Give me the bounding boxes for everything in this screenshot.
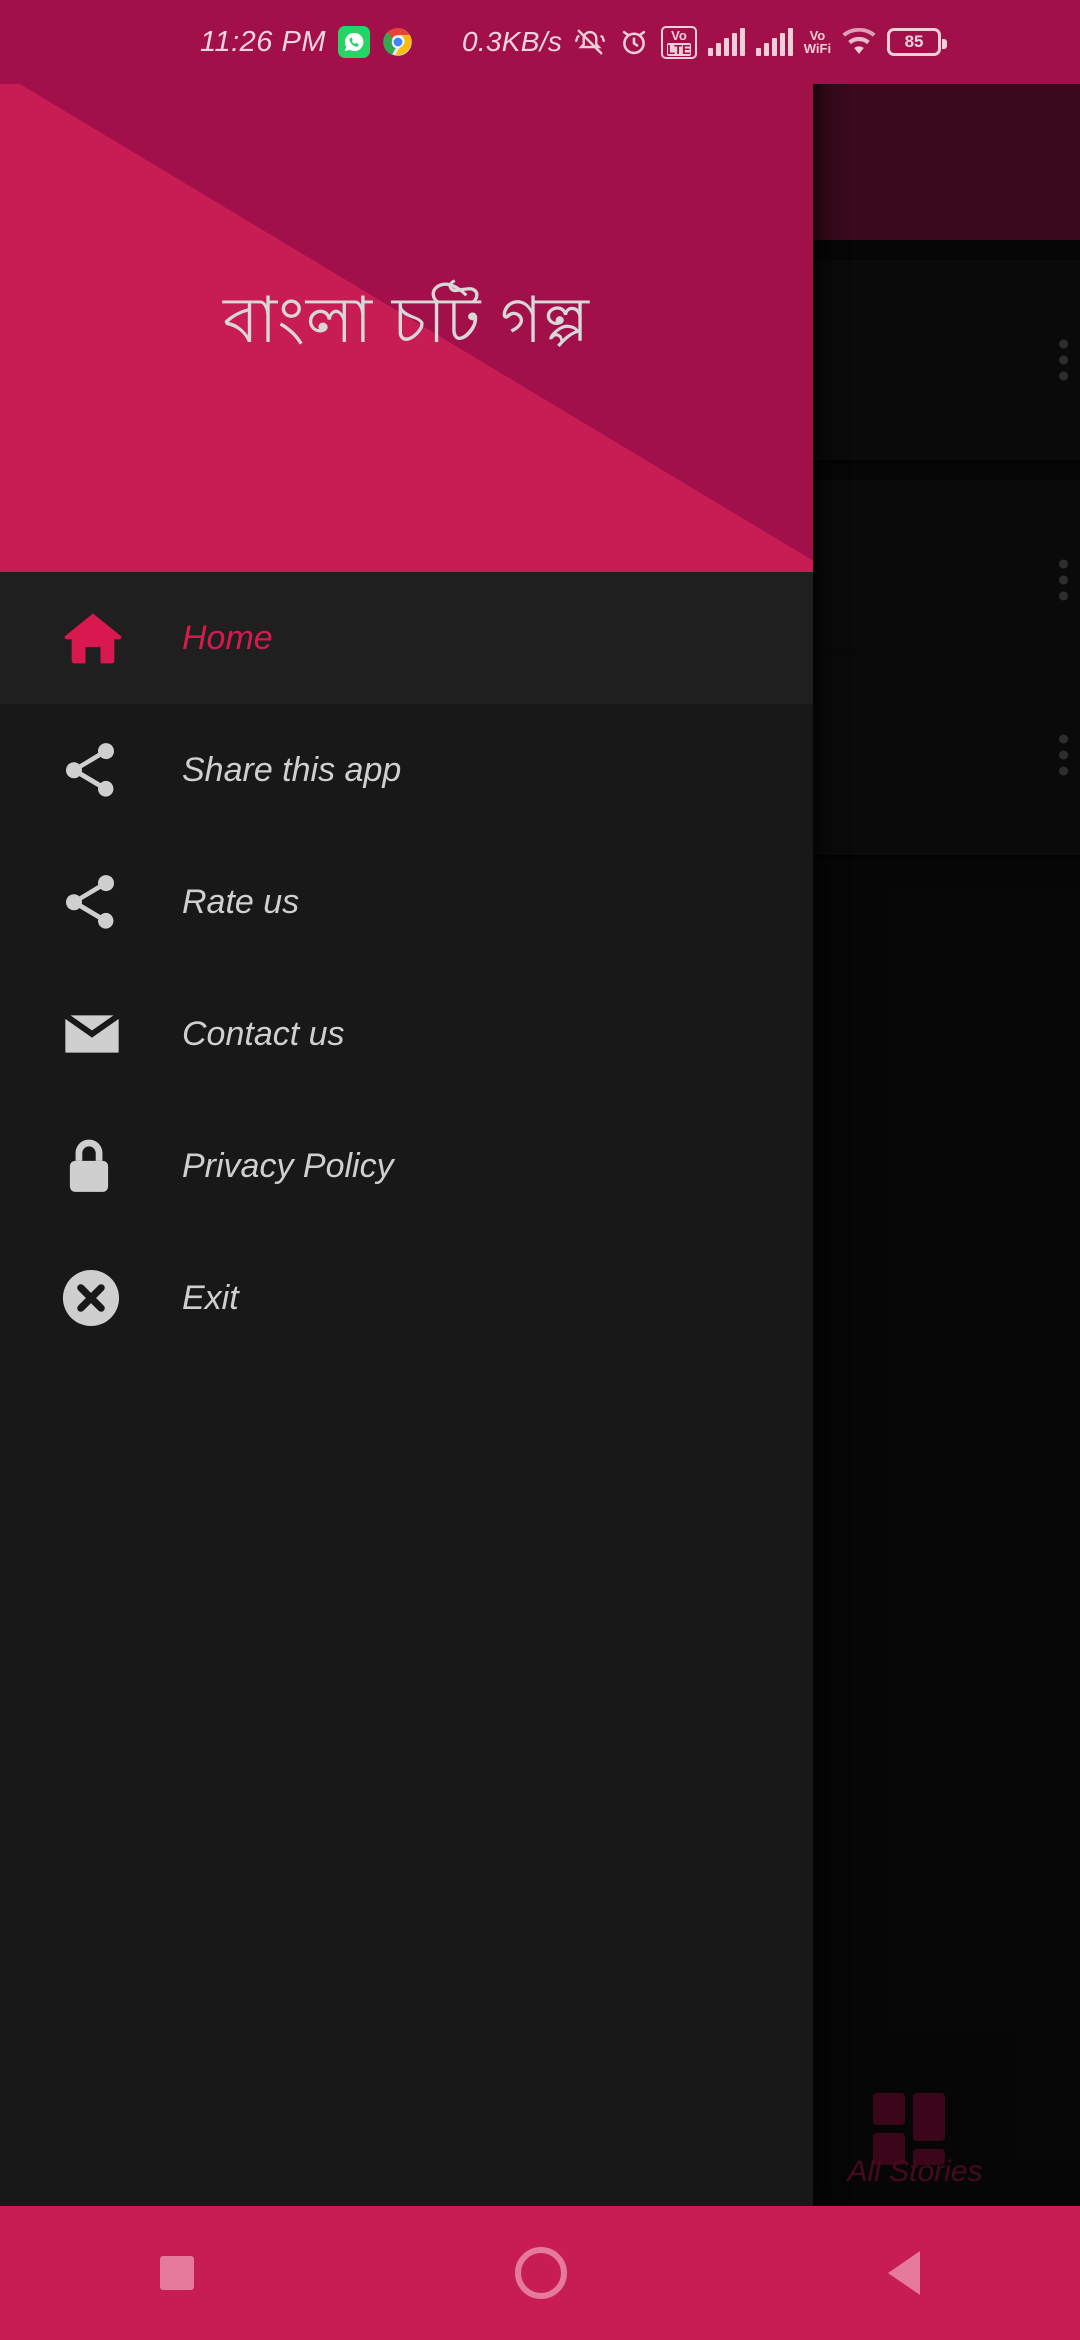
system-navigation-bar <box>0 2206 1080 2340</box>
chrome-icon <box>382 26 414 58</box>
mute-icon <box>573 27 607 57</box>
battery-icon: 85 <box>887 28 948 56</box>
recents-button[interactable] <box>160 2256 195 2290</box>
drawer-title: বাংলা চটি গল্প <box>223 284 590 356</box>
volte-bottom-text: LTE <box>667 41 691 57</box>
alarm-icon <box>618 26 650 58</box>
whatsapp-icon <box>337 26 370 58</box>
drawer-item-exit[interactable]: Exit <box>0 1232 813 1364</box>
drawer-item-privacy-policy[interactable]: Privacy Policy <box>0 1100 813 1232</box>
battery-level-text: 85 <box>904 32 924 51</box>
volte-top-text: Vo <box>671 27 687 43</box>
share-icon <box>40 867 136 937</box>
home-button[interactable] <box>514 2247 567 2299</box>
vowifi-bottom-text: WiFi <box>803 41 832 56</box>
signal-bars-sim2-icon <box>755 28 793 56</box>
drawer-header: বাংলা চটি গল্প <box>0 0 813 572</box>
back-button[interactable] <box>887 2251 920 2295</box>
drawer-menu: Home Share this app Rate us Contact us P… <box>0 572 813 1364</box>
drawer-item-label: Home <box>182 618 273 657</box>
signal-bars-sim1-icon <box>707 28 745 56</box>
drawer-item-label: Share this app <box>182 750 402 789</box>
drawer-item-share-this-app[interactable]: Share this app <box>0 704 813 836</box>
drawer-item-rate-us[interactable]: Rate us <box>0 836 813 968</box>
status-bar: 11:26 PM 0.3KB/s Vo LTE Vo WiFi 85 <box>0 0 1080 84</box>
home-icon <box>40 603 136 673</box>
network-speed-indicator: 0.3KB/s <box>461 26 563 57</box>
status-bar-clock: 11:26 PM <box>200 25 326 58</box>
drawer-item-label: Exit <box>182 1278 239 1317</box>
drawer-item-contact-us[interactable]: Contact us <box>0 968 813 1100</box>
share-icon <box>40 735 136 805</box>
lock-icon <box>40 1131 136 1201</box>
drawer-item-home[interactable]: Home <box>0 572 813 704</box>
navigation-drawer: বাংলা চটি গল্প Home Share this app Rate … <box>0 0 813 2206</box>
drawer-item-label: Rate us <box>182 882 300 921</box>
close-circle-icon <box>40 1263 136 1333</box>
drawer-item-label: Privacy Policy <box>182 1146 394 1185</box>
wifi-icon <box>842 28 876 56</box>
phone-screen: গল্প atha - atha - All Stories বাংলা চটি <box>0 0 1080 2340</box>
drawer-item-label: Contact us <box>182 1014 345 1053</box>
email-icon <box>40 999 136 1069</box>
volte-icon: Vo LTE <box>661 25 697 59</box>
vowifi-icon: Vo WiFi <box>804 29 831 55</box>
